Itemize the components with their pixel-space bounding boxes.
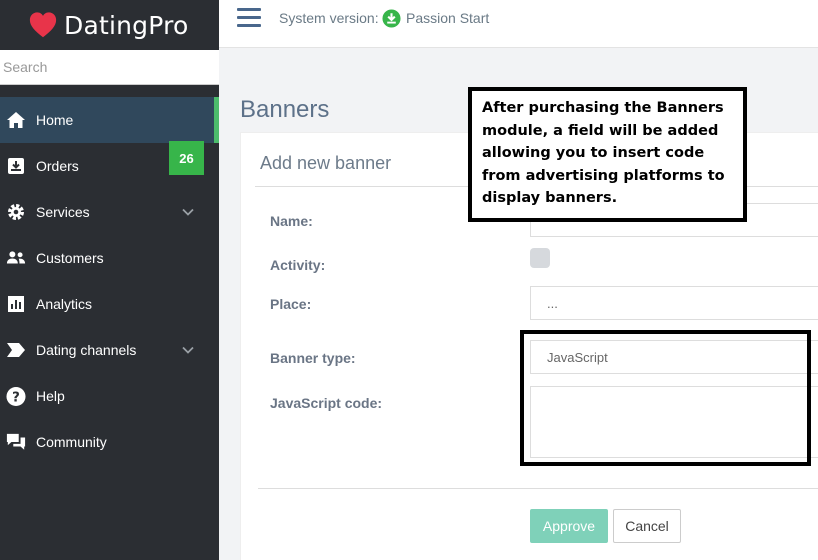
sidebar-item-community[interactable]: Community bbox=[0, 419, 219, 465]
javascript-code-label: JavaScript code: bbox=[270, 395, 383, 411]
orders-count-badge: 26 bbox=[169, 141, 204, 175]
app-brand-name: DatingPro bbox=[64, 10, 189, 40]
sidebar-item-services[interactable]: Services bbox=[0, 189, 219, 235]
sidebar-item-customers[interactable]: Customers bbox=[0, 235, 219, 281]
svg-text:?: ? bbox=[12, 390, 20, 405]
divider bbox=[258, 488, 818, 489]
cancel-button[interactable]: Cancel bbox=[613, 509, 681, 543]
search-input[interactable] bbox=[0, 50, 219, 85]
sidebar: DatingPro Home Orders 26 Services Custom… bbox=[0, 0, 219, 560]
top-bar: System version: Passion Start bbox=[219, 0, 818, 48]
heart-logo-icon bbox=[29, 12, 57, 38]
sidebar-item-label: Services bbox=[36, 204, 90, 220]
annotation-callout: After purchasing the Banners module, a f… bbox=[468, 87, 747, 222]
chat-icon bbox=[6, 432, 26, 452]
sidebar-item-label: Orders bbox=[36, 158, 79, 174]
chevron-down-icon[interactable] bbox=[181, 343, 195, 357]
sidebar-item-help[interactable]: ? Help bbox=[0, 373, 219, 419]
place-label: Place: bbox=[270, 296, 312, 312]
tag-icon bbox=[6, 340, 26, 360]
sidebar-item-label: Customers bbox=[36, 250, 104, 266]
orders-icon bbox=[6, 156, 26, 176]
sidebar-item-home[interactable]: Home bbox=[0, 97, 219, 143]
help-icon: ? bbox=[6, 386, 26, 406]
sidebar-item-label: Help bbox=[36, 388, 65, 404]
highlight-box bbox=[520, 330, 811, 466]
sidebar-item-analytics[interactable]: Analytics bbox=[0, 281, 219, 327]
users-icon bbox=[6, 248, 26, 268]
approve-button[interactable]: Approve bbox=[530, 509, 608, 543]
sidebar-item-label: Community bbox=[36, 434, 107, 450]
name-label: Name: bbox=[270, 213, 313, 229]
download-icon bbox=[382, 9, 401, 28]
home-icon bbox=[6, 110, 26, 130]
sidebar-item-label: Analytics bbox=[36, 296, 93, 312]
page-title: Banners bbox=[240, 96, 330, 123]
chevron-down-icon[interactable] bbox=[181, 205, 195, 219]
banner-type-label: Banner type: bbox=[270, 350, 356, 366]
sidebar-item-dating-channels[interactable]: Dating channels bbox=[0, 327, 219, 373]
place-select[interactable]: ... bbox=[530, 286, 818, 320]
hamburger-menu-icon[interactable] bbox=[237, 8, 261, 30]
activity-checkbox[interactable] bbox=[530, 248, 550, 268]
app-logo[interactable]: DatingPro bbox=[0, 0, 219, 50]
sidebar-item-label: Dating channels bbox=[36, 342, 137, 358]
system-version-label: System version: bbox=[279, 10, 379, 26]
panel-title: Add new banner bbox=[260, 153, 392, 173]
sidebar-item-label: Home bbox=[36, 112, 74, 128]
system-version-name[interactable]: Passion Start bbox=[406, 10, 489, 26]
chart-icon bbox=[6, 294, 26, 314]
gear-icon bbox=[6, 202, 26, 222]
activity-label: Activity: bbox=[270, 257, 326, 273]
